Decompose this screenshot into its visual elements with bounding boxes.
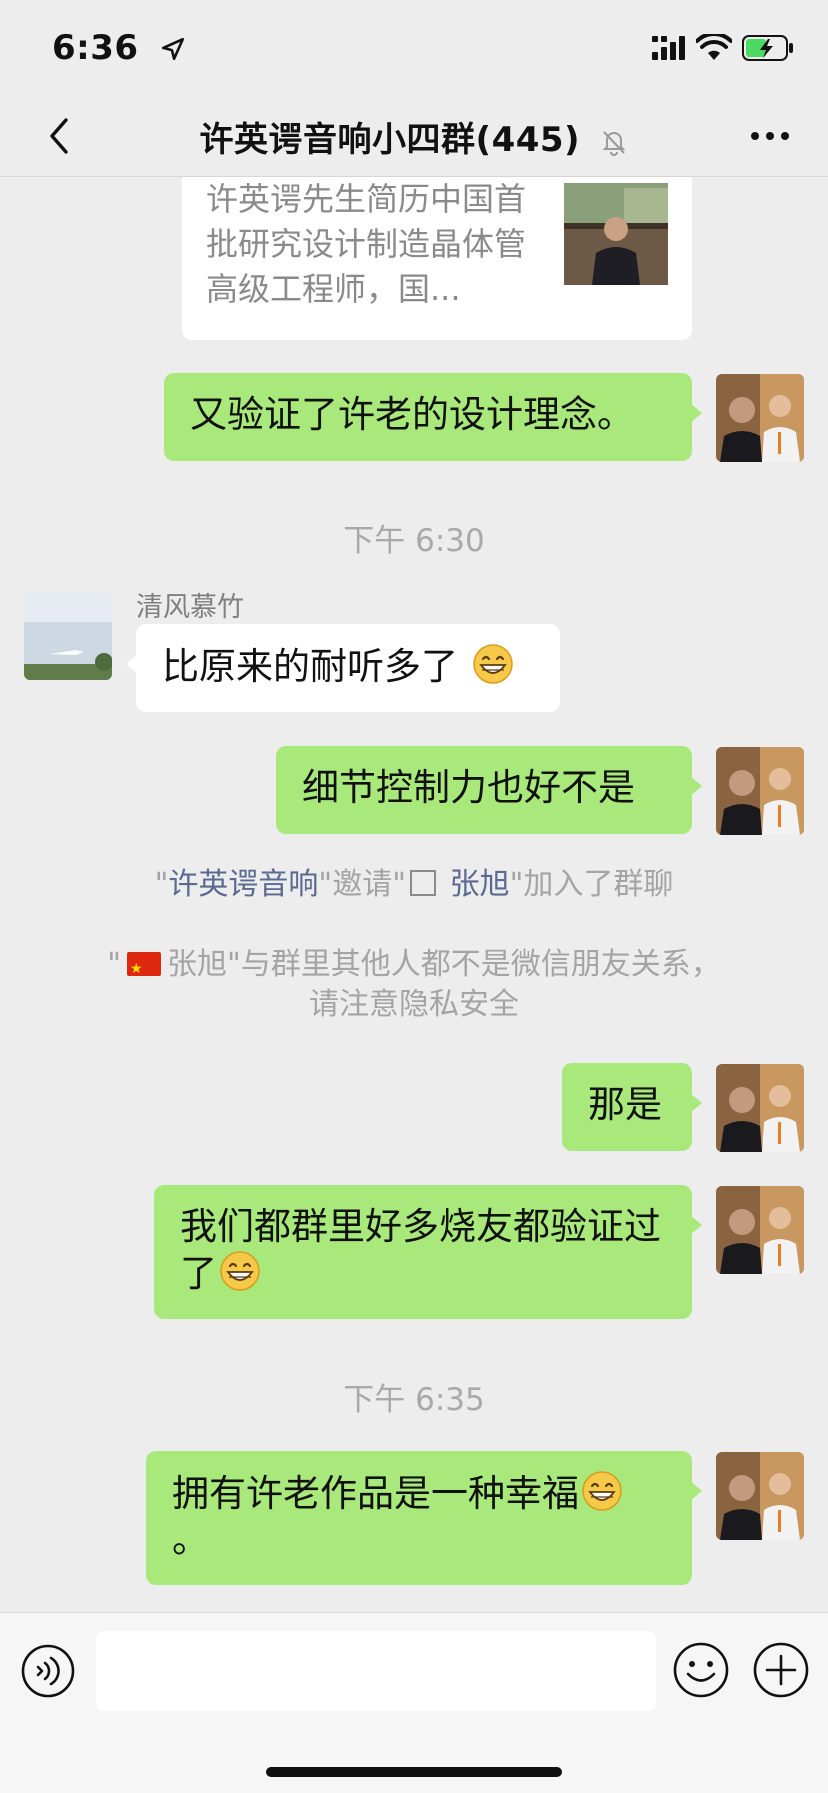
voice-input-button[interactable] (20, 1643, 76, 1699)
more-options-button[interactable] (742, 110, 798, 162)
outgoing-message[interactable]: 那是 (562, 1063, 702, 1151)
status-time: 6:36 (52, 28, 139, 68)
outgoing-message[interactable]: 细节控制力也好不是 (276, 746, 702, 834)
bell-muted-icon (603, 130, 626, 156)
sender-name: 清风慕竹 (136, 592, 244, 623)
system-notice-privacy: " 张旭"与群里其他人都不是微信朋友关系， 请注意隐私安全 (60, 945, 768, 1025)
message-text: 比原来的耐听多了 (162, 645, 458, 688)
message-text: 细节控制力也好不是 (302, 766, 635, 809)
system-notice-invite: "许英谔音响"邀请" 张旭"加入了群聊 (60, 865, 768, 905)
timestamp: 下午 6:30 (343, 523, 485, 559)
invitee-link[interactable]: 张旭 (450, 867, 510, 902)
contact-avatar[interactable] (24, 592, 112, 680)
chat-title-text: 许英谔音响小四群(445) (199, 120, 581, 160)
china-flag-icon (127, 949, 161, 989)
message-list[interactable]: 许英谔先生简历中国首批研究设计制造晶体管高级工程师，国... 又验证了许老的设计… (0, 177, 828, 1612)
notice-text: " (154, 867, 169, 902)
article-summary: 许英谔先生简历中国首批研究设计制造晶体管高级工程师，国... (206, 180, 527, 308)
my-avatar[interactable] (716, 374, 804, 462)
grin-emoji-icon (473, 644, 513, 684)
grin-emoji-icon (582, 1471, 622, 1511)
inviter-link[interactable]: 许英谔音响 (168, 867, 318, 902)
notice-text: "邀请" (318, 867, 407, 902)
battery-charging-icon (742, 35, 793, 61)
location-arrow-icon (161, 37, 185, 61)
my-avatar[interactable] (716, 1186, 804, 1274)
emoji-button[interactable] (672, 1641, 730, 1699)
input-bar (0, 1612, 828, 1793)
my-avatar[interactable] (716, 1064, 804, 1152)
notice-text: " (107, 947, 121, 982)
outgoing-message[interactable]: 拥有许老作品是一种幸福 。 (146, 1451, 702, 1585)
my-avatar[interactable] (716, 1452, 804, 1540)
grin-emoji-icon (220, 1251, 260, 1291)
message-text: 又验证了许老的设计理念。 (190, 393, 634, 436)
cellular-signal-icon (652, 36, 685, 60)
message-text: 拥有许老作品是一种幸福 (172, 1472, 579, 1515)
status-bar: 6:36 (0, 0, 828, 96)
placeholder-box-icon (410, 870, 437, 896)
more-functions-button[interactable] (752, 1641, 810, 1699)
outgoing-message[interactable]: 我们都群里好多烧友都验证过了 (154, 1185, 702, 1319)
chat-header: 许英谔音响小四群(445) (0, 96, 828, 177)
more-dots-icon (751, 132, 789, 140)
home-indicator[interactable] (266, 1767, 562, 1777)
notice-name: 张旭 (167, 947, 227, 982)
notice-text: "与群里其他人都不是微信朋友关系， (227, 947, 721, 982)
incoming-message[interactable]: 比原来的耐听多了 (126, 624, 560, 712)
message-text: 那是 (588, 1083, 662, 1126)
shared-article-card[interactable]: 许英谔先生简历中国首批研究设计制造晶体管高级工程师，国... (182, 177, 692, 340)
notice-text: "加入了群聊 (509, 867, 674, 902)
chat-title[interactable]: 许英谔音响小四群(445) (0, 112, 828, 161)
outgoing-message[interactable]: 又验证了许老的设计理念。 (164, 373, 702, 461)
wifi-icon (696, 34, 732, 60)
message-input[interactable] (96, 1631, 656, 1711)
my-avatar[interactable] (716, 747, 804, 835)
article-thumbnail (564, 183, 668, 285)
message-text: 。 (172, 1518, 209, 1561)
notice-text: 请注意隐私安全 (309, 987, 519, 1022)
timestamp: 下午 6:35 (343, 1382, 485, 1418)
